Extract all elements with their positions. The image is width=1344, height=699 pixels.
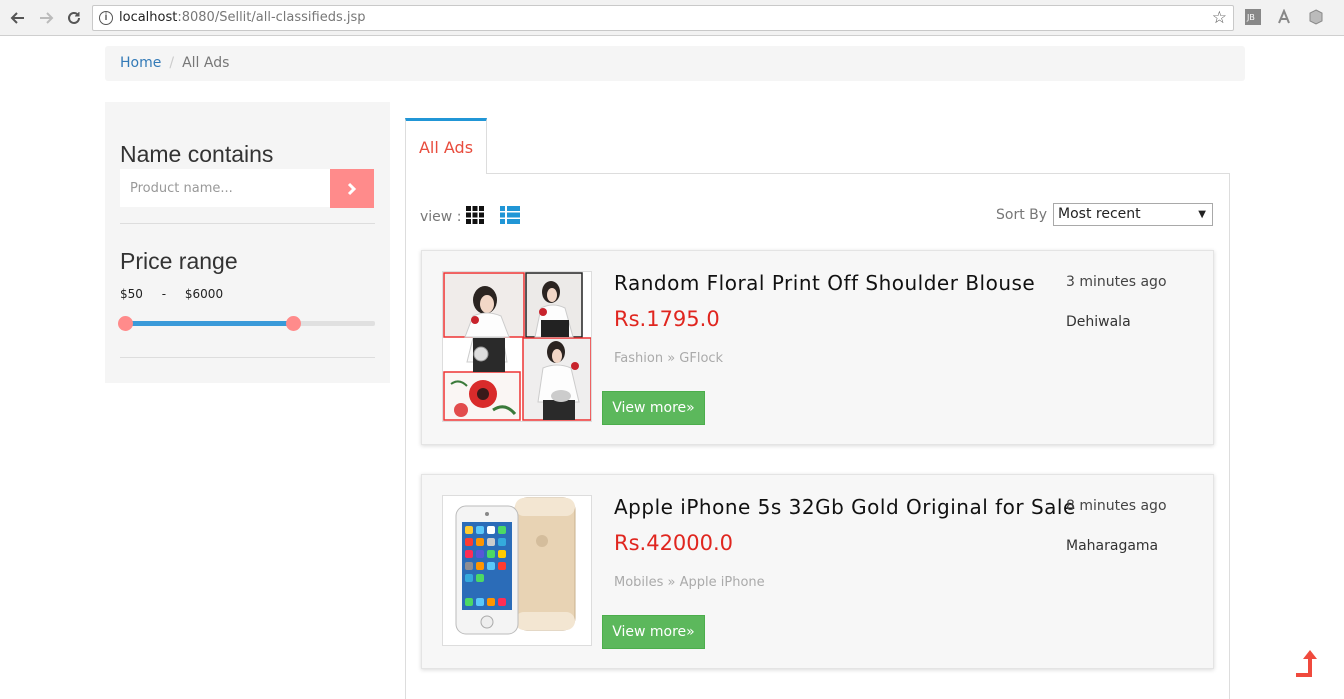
breadcrumb-home-link[interactable]: Home bbox=[120, 55, 161, 71]
tab-all-ads[interactable]: All Ads bbox=[405, 118, 487, 174]
ad-card: Apple iPhone 5s 32Gb Gold Original for S… bbox=[421, 474, 1214, 669]
svg-text:JB: JB bbox=[1246, 13, 1255, 22]
ad-image-iphone[interactable] bbox=[442, 495, 592, 646]
sort-select[interactable]: Most recent ▼ bbox=[1053, 203, 1213, 226]
info-icon[interactable]: i bbox=[99, 11, 113, 25]
forward-arrow-icon[interactable] bbox=[36, 8, 56, 28]
sidebar-divider bbox=[120, 223, 375, 224]
breadcrumb: Home / All Ads bbox=[105, 46, 1245, 81]
chevron-right-icon bbox=[347, 182, 357, 195]
bookmark-star-icon[interactable]: ☆ bbox=[1212, 8, 1227, 28]
filter-sidebar: Name contains Price range $50 - $6000 bbox=[105, 102, 390, 383]
sidebar-divider bbox=[120, 357, 375, 358]
price-dash: - bbox=[161, 287, 167, 301]
extension-box-icon[interactable] bbox=[1308, 9, 1324, 25]
ad-image-blouse[interactable] bbox=[442, 271, 592, 422]
ad-time: 8 minutes ago bbox=[1066, 498, 1167, 514]
ad-title-link[interactable]: Apple iPhone 5s 32Gb Gold Original for S… bbox=[614, 495, 1076, 519]
view-more-button[interactable]: View more» bbox=[602, 391, 705, 425]
grid-view-icon[interactable] bbox=[465, 205, 485, 225]
breadcrumb-current: All Ads bbox=[182, 55, 230, 71]
scroll-to-top-icon[interactable] bbox=[1293, 648, 1321, 678]
back-arrow-icon[interactable] bbox=[8, 8, 28, 28]
extension-jb-icon[interactable]: JB bbox=[1245, 9, 1261, 25]
view-more-button[interactable]: View more» bbox=[602, 615, 705, 649]
price-slider[interactable] bbox=[118, 316, 375, 331]
name-filter-title: Name contains bbox=[120, 141, 274, 167]
price-min: $50 bbox=[120, 287, 143, 301]
price-filter-title: Price range bbox=[120, 248, 238, 274]
product-name-input[interactable] bbox=[120, 169, 330, 207]
list-view-icon[interactable] bbox=[500, 205, 520, 225]
dropdown-arrow-icon: ▼ bbox=[1198, 209, 1206, 220]
price-slider-max-handle[interactable] bbox=[285, 316, 301, 331]
address-bar[interactable]: i localhost:8080/Sellit/all-classifieds.… bbox=[92, 5, 1234, 31]
url-host: localhost bbox=[119, 10, 178, 25]
sort-selected-value: Most recent bbox=[1058, 206, 1141, 222]
price-slider-min-handle[interactable] bbox=[118, 316, 133, 331]
price-range-values: $50 - $6000 bbox=[120, 287, 223, 301]
ad-price: Rs.1795.0 bbox=[614, 307, 720, 331]
ad-category: Mobiles » Apple iPhone bbox=[614, 575, 765, 590]
extension-pdf-icon[interactable] bbox=[1276, 8, 1292, 25]
sort-label: Sort By : bbox=[996, 207, 1057, 223]
ad-location: Maharagama bbox=[1066, 538, 1159, 554]
reload-icon[interactable] bbox=[64, 8, 84, 28]
url-path: :8080/Sellit/all-classifieds.jsp bbox=[177, 10, 366, 25]
browser-toolbar: i localhost:8080/Sellit/all-classifieds.… bbox=[0, 0, 1344, 36]
ad-category: Fashion » GFlock bbox=[614, 351, 724, 366]
ad-time: 3 minutes ago bbox=[1066, 274, 1167, 290]
url-text: localhost:8080/Sellit/all-classifieds.js… bbox=[119, 10, 366, 25]
ad-title-link[interactable]: Random Floral Print Off Shoulder Blouse bbox=[614, 271, 1035, 295]
ad-location: Dehiwala bbox=[1066, 314, 1131, 330]
price-max: $6000 bbox=[184, 287, 224, 301]
name-search-button[interactable] bbox=[330, 169, 374, 208]
price-slider-fill bbox=[125, 321, 293, 326]
breadcrumb-separator: / bbox=[169, 55, 175, 71]
ad-card: Random Floral Print Off Shoulder Blouse … bbox=[421, 250, 1214, 445]
view-label: view : bbox=[420, 209, 462, 225]
ad-price: Rs.42000.0 bbox=[614, 531, 734, 555]
